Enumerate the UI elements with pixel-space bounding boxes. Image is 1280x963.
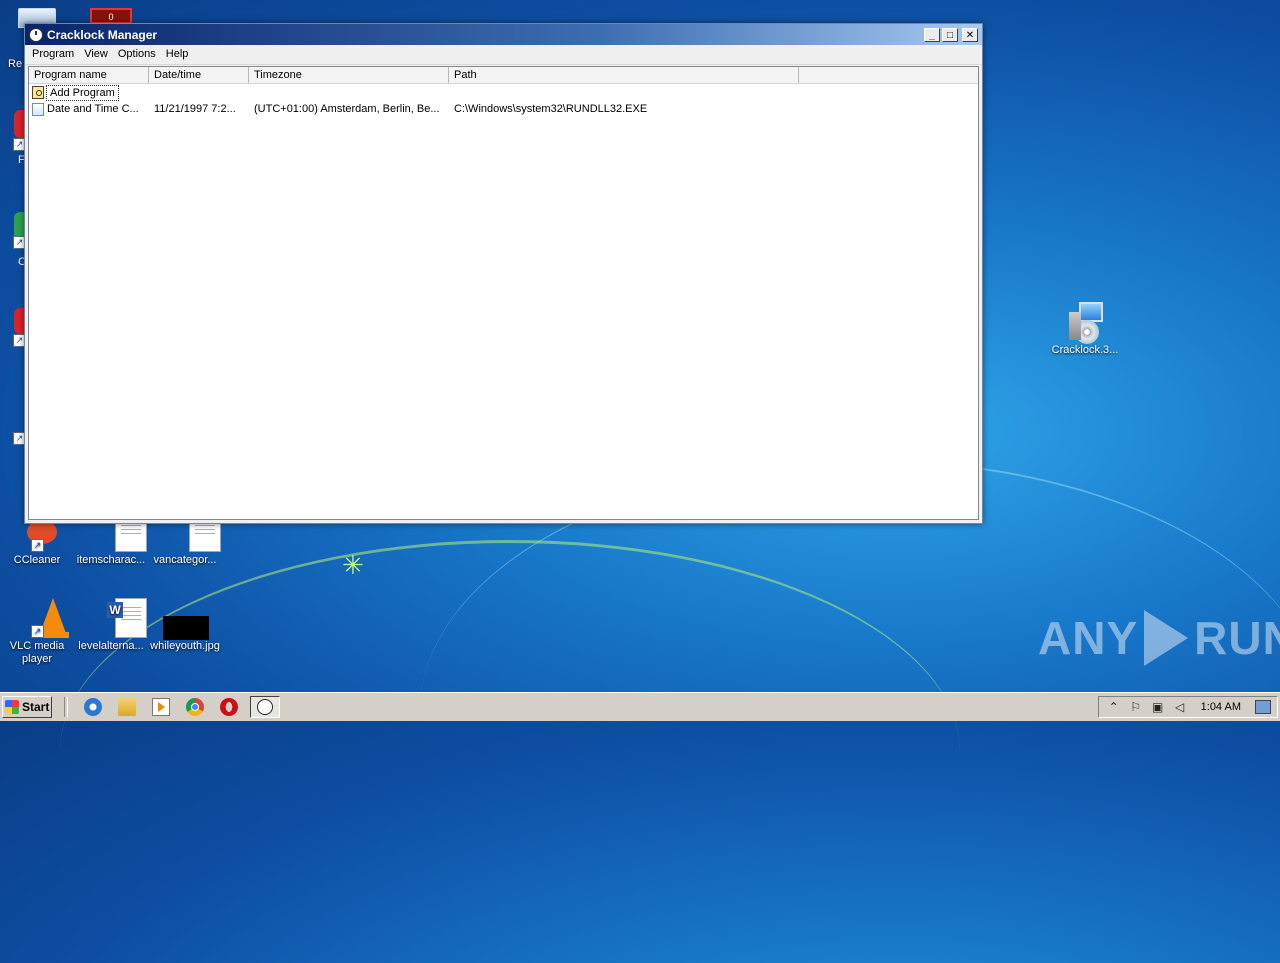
shortcut-arrow-icon: ↗ bbox=[31, 625, 44, 638]
volume-icon[interactable]: ◁ bbox=[1173, 700, 1187, 714]
list-item-path: C:\Windows\system32\RUNDLL32.EXE bbox=[454, 103, 648, 115]
desktop-icon-label: levelalterna... bbox=[78, 640, 144, 652]
close-button[interactable]: ✕ bbox=[962, 27, 978, 42]
desktop-partial-icon[interactable]: ↗ bbox=[0, 308, 26, 356]
list-header: Program name Date/time Timezone Path bbox=[29, 67, 978, 84]
desktop-icon-label: itemscharac... bbox=[76, 554, 146, 566]
watermark-left-text: ANY bbox=[1038, 612, 1139, 664]
watermark-right-text: RUN bbox=[1194, 612, 1280, 664]
vlc-icon: ↗ bbox=[17, 598, 69, 638]
list-item-datetime: 11/21/1997 7:2... bbox=[154, 103, 236, 115]
installer-icon bbox=[1065, 302, 1105, 344]
show-desktop-icon[interactable] bbox=[1255, 700, 1271, 714]
image-thumbnail bbox=[163, 616, 209, 640]
desktop-icon-label: Cracklock.3... bbox=[1051, 344, 1119, 356]
desktop-icon-vlc[interactable]: ↗ VLC media player bbox=[0, 598, 74, 666]
maximize-button[interactable]: □ bbox=[942, 27, 958, 42]
taskbar-cracklock-button[interactable] bbox=[250, 696, 280, 718]
media-player-icon[interactable] bbox=[152, 698, 170, 716]
opera-icon[interactable] bbox=[220, 698, 238, 716]
shortcut-arrow-icon: ↗ bbox=[31, 539, 44, 552]
column-header-timezone[interactable]: Timezone bbox=[249, 67, 449, 83]
action-center-flag-icon[interactable]: ⚐ bbox=[1129, 700, 1143, 714]
column-header-path[interactable]: Path bbox=[449, 67, 799, 83]
desktop-sparkle: ✳ bbox=[342, 550, 364, 580]
list-item-timezone: (UTC+01:00) Amsterdam, Berlin, Be... bbox=[254, 103, 440, 115]
internet-explorer-icon[interactable] bbox=[84, 698, 102, 716]
window-title: Cracklock Manager bbox=[47, 27, 158, 42]
word-document-icon: W bbox=[91, 598, 147, 638]
menu-help[interactable]: Help bbox=[161, 45, 194, 64]
desktop-icon-levelalterna[interactable]: W levelalterna... bbox=[74, 598, 148, 653]
program-list[interactable]: Program name Date/time Timezone Path Add… bbox=[28, 66, 979, 520]
anyrun-watermark: ANY RUN bbox=[1038, 610, 1280, 666]
start-label: Start bbox=[22, 700, 50, 714]
list-item-add-program[interactable]: Add Program bbox=[29, 84, 978, 101]
desktop-partial-icon[interactable]: ↗ bbox=[0, 428, 26, 448]
desktop-file-icon[interactable]: 0 bbox=[90, 8, 132, 24]
windows-logo-icon bbox=[5, 700, 19, 714]
desktop-icon-label: whileyouth.jpg bbox=[150, 640, 220, 652]
file-explorer-icon[interactable] bbox=[118, 698, 136, 716]
taskbar: Start ⌃ ⚐ ▣ ◁ 1:04 AM bbox=[0, 692, 1280, 721]
menu-bar: Program View Options Help bbox=[25, 45, 982, 65]
column-header-datetime[interactable]: Date/time bbox=[149, 67, 249, 83]
desktop-icon-cracklock-installer[interactable]: Cracklock.3... bbox=[1048, 302, 1122, 357]
title-bar[interactable]: Cracklock Manager _ □ ✕ bbox=[25, 24, 982, 45]
chrome-icon[interactable] bbox=[186, 698, 204, 716]
desktop-partial-icon[interactable]: ↗ C bbox=[0, 212, 26, 268]
recycle-bin-label: Re bbox=[8, 58, 23, 70]
menu-program[interactable]: Program bbox=[27, 45, 79, 64]
quicklaunch-separator bbox=[64, 697, 68, 717]
column-header-empty bbox=[799, 67, 978, 83]
desktop-icon-label: vancategor... bbox=[153, 554, 217, 566]
list-item-date-time[interactable]: Date and Time C... 11/21/1997 7:2... (UT… bbox=[29, 101, 978, 118]
show-hidden-icons-icon[interactable]: ⌃ bbox=[1107, 700, 1121, 714]
column-header-program-name[interactable]: Program name bbox=[29, 67, 149, 83]
system-tray: ⌃ ⚐ ▣ ◁ 1:04 AM bbox=[1097, 696, 1278, 718]
clock-app-icon[interactable] bbox=[29, 27, 43, 42]
menu-options[interactable]: Options bbox=[113, 45, 161, 64]
desktop-icon-label: VLC media player bbox=[9, 640, 65, 665]
add-program-icon bbox=[32, 86, 44, 99]
cracklock-manager-window[interactable]: Cracklock Manager _ □ ✕ Program View Opt… bbox=[24, 23, 983, 524]
clock-app-icon bbox=[257, 699, 273, 715]
taskbar-clock[interactable]: 1:04 AM bbox=[1201, 701, 1241, 713]
date-time-icon bbox=[32, 103, 44, 116]
play-icon bbox=[1144, 610, 1189, 666]
list-item-label: Date and Time C... bbox=[47, 103, 139, 115]
desktop-partial-icon[interactable]: ↗ F bbox=[0, 110, 26, 166]
list-item-label: Add Program bbox=[46, 84, 119, 101]
network-icon[interactable]: ▣ bbox=[1151, 700, 1165, 714]
start-button[interactable]: Start bbox=[2, 696, 52, 718]
menu-view[interactable]: View bbox=[79, 45, 113, 64]
desktop-icon-label: CCleaner bbox=[13, 554, 61, 566]
minimize-button[interactable]: _ bbox=[924, 27, 940, 42]
